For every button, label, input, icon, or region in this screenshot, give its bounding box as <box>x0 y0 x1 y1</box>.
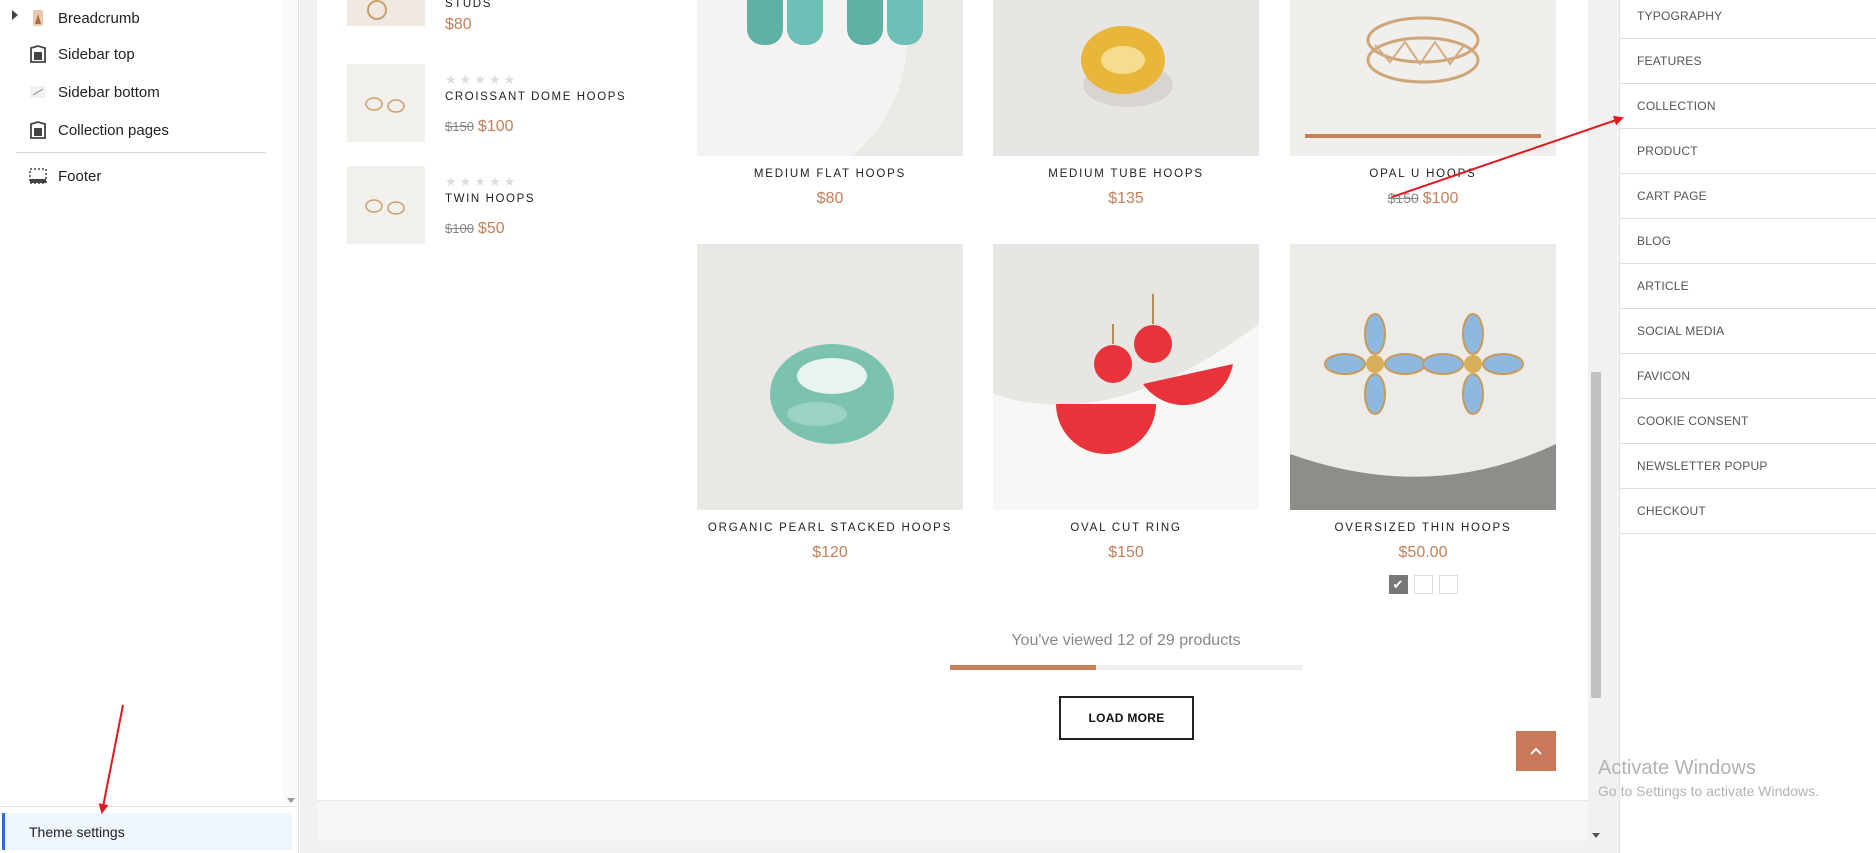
settings-item-cart-page[interactable]: CART PAGE <box>1620 174 1876 219</box>
sidebar-item-label: Breadcrumb <box>58 9 140 27</box>
product-price: $135 <box>1108 190 1144 207</box>
scrollbar-thumb[interactable] <box>1591 372 1601 698</box>
product-price: $80 <box>816 190 844 207</box>
product-sale-price: $50 <box>477 220 505 237</box>
sidebar-item-breadcrumb[interactable]: Breadcrumb <box>26 0 140 36</box>
product-price: $80 <box>445 16 472 33</box>
sidebar-product[interactable]: STUDS $80 <box>347 0 677 33</box>
variant-swatches: ✔ <box>1290 575 1556 594</box>
product-old-price: $150 <box>1387 190 1419 206</box>
product-old-price: $100 <box>445 221 474 236</box>
section-tag-icon <box>26 42 50 66</box>
sidebar-item-sidebar-bottom[interactable]: Sidebar bottom <box>26 74 160 110</box>
sidebar-scrollbar[interactable] <box>283 0 298 805</box>
product-price: $150 <box>1108 544 1144 561</box>
product-image[interactable] <box>1290 0 1556 156</box>
product-price: $150 $100 <box>1290 190 1556 208</box>
back-to-top-button[interactable] <box>1516 731 1556 771</box>
viewed-progress-bar <box>950 665 1302 670</box>
swatch[interactable] <box>1413 575 1433 594</box>
settings-item-collection[interactable]: COLLECTION <box>1620 84 1876 129</box>
rating-stars: ★★★★★ <box>445 174 519 189</box>
product-name[interactable]: MEDIUM TUBE HOOPS <box>993 168 1259 180</box>
sidebar-item-sidebar-top[interactable]: Sidebar top <box>26 36 135 72</box>
product-sale-price: $100 <box>1422 190 1459 207</box>
product-image[interactable] <box>697 0 963 156</box>
breadcrumb-image-icon <box>26 6 50 30</box>
product-name[interactable]: CROISSANT DOME HOOPS <box>445 91 626 103</box>
divider-line-icon <box>26 80 50 104</box>
product-image[interactable] <box>993 0 1259 156</box>
sidebar-item-label: Footer <box>58 167 102 185</box>
settings-item-typography[interactable]: TYPOGRAPHY <box>1620 0 1876 39</box>
settings-item-checkout[interactable]: CHECKOUT <box>1620 489 1876 534</box>
settings-item-product[interactable]: PRODUCT <box>1620 129 1876 174</box>
scroll-down-arrow-icon[interactable] <box>287 798 295 803</box>
product-name[interactable]: OVAL CUT RING <box>993 522 1259 534</box>
check-icon: ✔ <box>1392 576 1404 592</box>
product-name[interactable]: OPAL U HOOPS <box>1290 168 1556 180</box>
divider <box>16 152 266 153</box>
scroll-down-arrow-icon[interactable] <box>1592 833 1600 838</box>
settings-item-features[interactable]: FEATURES <box>1620 39 1876 84</box>
viewed-count-text: You've viewed 12 of 29 products <box>1011 632 1241 649</box>
theme-settings-button[interactable]: Theme settings <box>2 813 292 850</box>
footer-layout-icon <box>26 164 50 188</box>
sidebar-item-collection-pages[interactable]: Collection pages <box>26 112 169 148</box>
theme-settings-bar: Theme settings <box>0 806 299 853</box>
product-name[interactable]: ORGANIC PEARL STACKED HOOPS <box>697 522 963 534</box>
product-thumbnail[interactable] <box>347 0 425 26</box>
load-more-button[interactable]: LOAD MORE <box>1059 696 1194 740</box>
sidebar-product[interactable]: ★★★★★ TWIN HOOPS $100 $50 <box>347 166 677 244</box>
sidebar-item-label: Collection pages <box>58 121 169 139</box>
product-name[interactable]: OVERSIZED THIN HOOPS <box>1290 522 1556 534</box>
product-sale-price: $100 <box>477 118 514 135</box>
settings-item-favicon[interactable]: FAVICON <box>1620 354 1876 399</box>
product-price: $150 $100 <box>445 118 514 136</box>
product-image[interactable] <box>697 244 963 510</box>
product-price: $50.00 <box>1398 544 1448 561</box>
product-price: $100 $50 <box>445 220 505 238</box>
sidebar-item-label: Sidebar bottom <box>58 83 160 101</box>
settings-item-article[interactable]: ARTICLE <box>1620 264 1876 309</box>
progress-fill <box>950 665 1096 670</box>
product-thumbnail[interactable] <box>347 64 425 142</box>
swatch[interactable] <box>1438 575 1458 594</box>
editor-sidebar: Breadcrumb Sidebar top Sidebar bottom Co… <box>0 0 299 853</box>
product-name[interactable]: TWIN HOOPS <box>445 193 535 205</box>
product-image[interactable] <box>993 244 1259 510</box>
preview-scrollbar[interactable] <box>1588 0 1604 842</box>
product-price: $120 <box>812 544 848 561</box>
product-name[interactable]: MEDIUM FLAT HOOPS <box>697 168 963 180</box>
expand-breadcrumb-icon[interactable] <box>12 10 18 20</box>
sidebar-item-label: Sidebar top <box>58 45 135 63</box>
settings-item-social-media[interactable]: SOCIAL MEDIA <box>1620 309 1876 354</box>
product-thumbnail[interactable] <box>347 166 425 244</box>
product-name[interactable]: STUDS <box>445 0 492 10</box>
rating-stars: ★★★★★ <box>445 72 519 87</box>
sidebar-item-footer[interactable]: Footer <box>26 158 101 194</box>
settings-item-newsletter-popup[interactable]: NEWSLETTER POPUP <box>1620 444 1876 489</box>
theme-settings-menu: TYPOGRAPHY FEATURES COLLECTION PRODUCT C… <box>1619 0 1876 853</box>
chevron-up-icon <box>1529 746 1543 756</box>
sidebar-product[interactable]: ★★★★★ CROISSANT DOME HOOPS $150 $100 <box>347 64 677 142</box>
swatch-selected[interactable]: ✔ <box>1388 575 1408 594</box>
settings-item-blog[interactable]: BLOG <box>1620 219 1876 264</box>
product-image[interactable] <box>1290 244 1556 510</box>
preview-bottom-bar <box>317 800 1604 841</box>
section-tag-icon <box>26 118 50 142</box>
settings-item-cookie-consent[interactable]: COOKIE CONSENT <box>1620 399 1876 444</box>
product-old-price: $150 <box>445 119 474 134</box>
